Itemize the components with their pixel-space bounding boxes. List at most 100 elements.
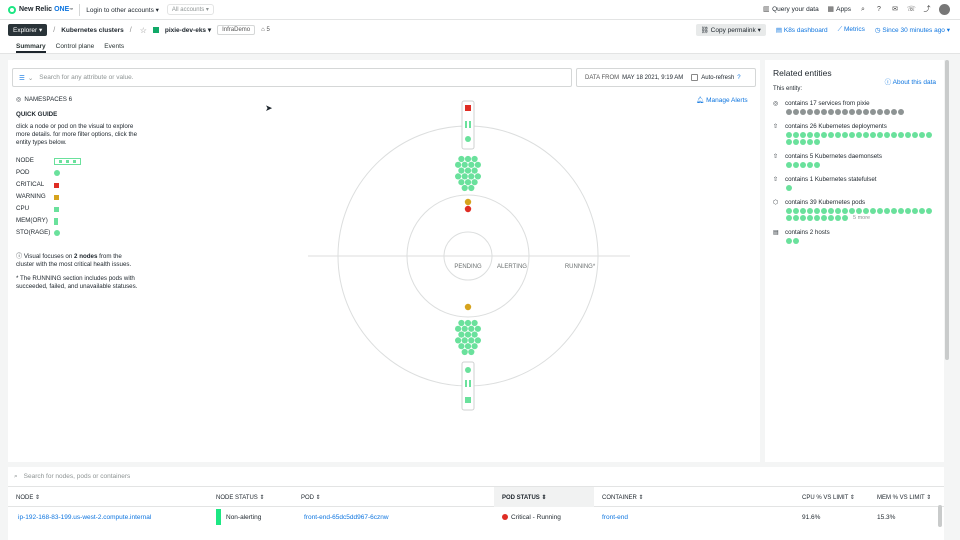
entity-dot[interactable]	[786, 215, 792, 221]
metrics-link[interactable]: ⟋ Metrics	[838, 26, 865, 34]
pod-dot[interactable]	[471, 343, 478, 350]
entity-dot[interactable]	[856, 208, 862, 214]
entity-dot[interactable]	[793, 215, 799, 221]
node-memory-bar[interactable]	[465, 121, 467, 128]
node-name-link[interactable]: ip-192-168-83-199.us-west-2.compute.inte…	[18, 514, 151, 521]
related-entity-group[interactable]: ⇧ contains 26 Kubernetes deployments	[773, 123, 936, 145]
k8s-dashboard-link[interactable]: ▤ K8s dashboard	[776, 26, 828, 34]
entity-dot[interactable]	[793, 132, 799, 138]
entity-dot[interactable]	[898, 208, 904, 214]
legend-warning[interactable]: WARNING	[16, 191, 146, 203]
entity-dot[interactable]	[898, 132, 904, 138]
entity-dot[interactable]	[793, 139, 799, 145]
entity-dot[interactable]	[912, 208, 918, 214]
entity-dot[interactable]	[870, 208, 876, 214]
entity-dot[interactable]	[884, 132, 890, 138]
search-icon[interactable]: ⌕	[859, 6, 867, 14]
tab-control-plane[interactable]: Control plane	[56, 40, 95, 53]
entity-dot[interactable]	[814, 208, 820, 214]
entity-dot[interactable]	[786, 185, 792, 191]
entity-dot[interactable]	[807, 139, 813, 145]
entity-dot[interactable]	[891, 109, 897, 115]
pod-dot[interactable]	[458, 319, 465, 327]
entity-dot[interactable]	[856, 132, 862, 138]
related-entity-label[interactable]: ⬡ contains 39 Kubernetes pods	[773, 199, 936, 206]
pod-dot[interactable]	[458, 343, 465, 350]
entity-dot[interactable]	[884, 208, 890, 214]
related-entity-group[interactable]: ▤ contains 2 hosts	[773, 229, 936, 244]
pod-name-link[interactable]: front-end-65dc5dd967-6cznw	[304, 514, 389, 521]
entity-dot[interactable]	[793, 162, 799, 168]
entity-dot[interactable]	[863, 109, 869, 115]
pod-dot[interactable]	[464, 331, 472, 338]
pod-dot[interactable]	[464, 343, 472, 350]
legend-node[interactable]: NODE	[16, 155, 146, 167]
tab-summary[interactable]: Summary	[16, 40, 46, 53]
related-entity-label[interactable]: ⇧ contains 26 Kubernetes deployments	[773, 123, 936, 130]
entity-dot[interactable]	[828, 215, 834, 221]
pod-warning[interactable]	[464, 303, 472, 311]
entity-dot[interactable]	[793, 109, 799, 115]
related-entity-group[interactable]: ◎ contains 17 services from pixie	[773, 100, 936, 115]
entity-dot[interactable]	[800, 139, 806, 145]
entity-dot[interactable]	[842, 215, 848, 221]
entity-dot[interactable]	[835, 132, 841, 138]
pod-dot[interactable]	[474, 337, 481, 344]
entity-dot[interactable]	[849, 208, 855, 214]
entity-dot[interactable]	[919, 208, 925, 214]
copy-permalink-button[interactable]: ⛓ Copy permalink ▾	[695, 24, 766, 36]
entity-dot[interactable]	[814, 215, 820, 221]
table-row[interactable]: ip-192-168-83-199.us-west-2.compute.inte…	[8, 505, 944, 529]
pod-dot[interactable]	[474, 173, 481, 180]
entity-dot[interactable]	[877, 109, 883, 115]
pod-dot[interactable]	[455, 337, 462, 344]
pod-dot[interactable]	[464, 167, 472, 174]
cluster-selector[interactable]: pixie-dev-eks ▾	[165, 26, 211, 34]
apps-button[interactable]: ▦ Apps	[827, 6, 851, 14]
entity-dot[interactable]	[842, 208, 848, 214]
entity-dot[interactable]	[849, 109, 855, 115]
entity-dot[interactable]	[842, 132, 848, 138]
legend-memory[interactable]: MEM(ORY)	[16, 215, 146, 227]
namespaces-count[interactable]: ◎ NAMESPACES 6	[16, 96, 146, 104]
pod-cluster-top[interactable]	[455, 155, 481, 192]
pod-dot[interactable]	[458, 167, 465, 174]
entity-dot[interactable]	[821, 215, 827, 221]
entity-dot[interactable]	[828, 132, 834, 138]
entity-dot[interactable]	[912, 132, 918, 138]
entity-dot[interactable]	[835, 109, 841, 115]
related-entity-group[interactable]: ⇧ contains 5 Kubernetes daemonsets	[773, 153, 936, 168]
pod-dot[interactable]	[455, 325, 462, 332]
pod-dot[interactable]	[461, 184, 468, 192]
help-icon[interactable]: ?	[875, 6, 883, 14]
entity-dot[interactable]	[800, 215, 806, 221]
node-storage-dot[interactable]	[465, 136, 471, 142]
entity-dot[interactable]	[849, 132, 855, 138]
entity-dot[interactable]	[786, 162, 792, 168]
pod-dot[interactable]	[461, 173, 468, 180]
entity-dot[interactable]	[807, 132, 813, 138]
entity-dot[interactable]	[786, 208, 792, 214]
entity-dot[interactable]	[856, 109, 862, 115]
pod-dot[interactable]	[461, 325, 468, 332]
entity-dot[interactable]	[807, 215, 813, 221]
filter-search-bar[interactable]: ☰ ⌄ Search for any attribute or value.	[12, 68, 572, 87]
breadcrumb-kubernetes-clusters[interactable]: Kubernetes clusters	[61, 27, 124, 34]
chat-icon[interactable]: ☏	[907, 6, 916, 14]
related-entity-label[interactable]: ◎ contains 17 services from pixie	[773, 100, 936, 107]
entity-dot[interactable]	[793, 238, 799, 244]
tab-events[interactable]: Events	[104, 40, 124, 53]
entity-dot[interactable]	[835, 208, 841, 214]
entity-dot[interactable]	[807, 208, 813, 214]
pod-cluster-bottom[interactable]	[455, 319, 481, 356]
entity-dot[interactable]	[898, 109, 904, 115]
node-cpu-dot[interactable]	[465, 367, 471, 373]
user-avatar[interactable]	[939, 4, 950, 15]
table-search[interactable]: ⌕ Search for nodes, pods or containers	[8, 467, 944, 487]
pod-dot[interactable]	[468, 337, 475, 344]
column-cpu[interactable]: CPU % VS LIMIT ⇕	[802, 494, 855, 501]
node-critical-marker[interactable]	[465, 105, 471, 111]
entity-dot[interactable]	[807, 162, 813, 168]
account-selector[interactable]: All accounts ▾	[166, 4, 214, 15]
favorite-star-icon[interactable]: ☆	[140, 26, 147, 35]
